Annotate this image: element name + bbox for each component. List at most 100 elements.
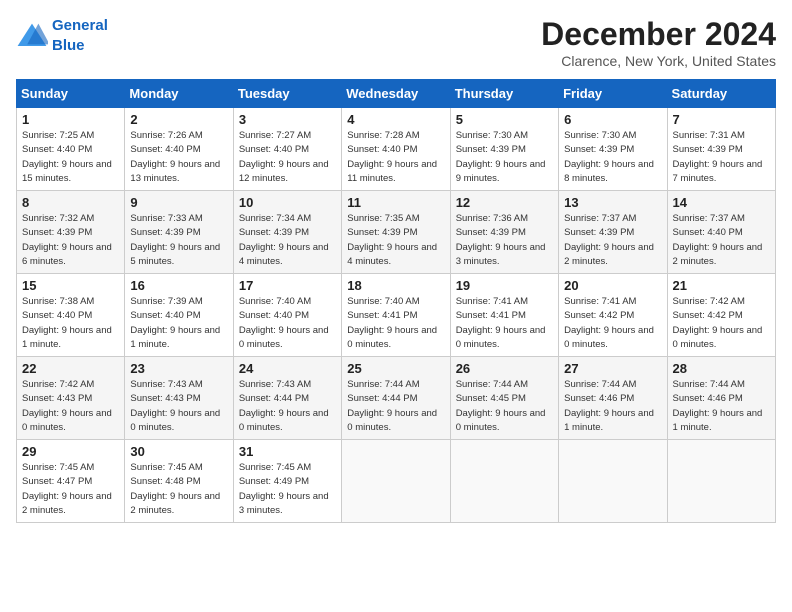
day-cell-16: 16 Sunrise: 7:39 AM Sunset: 4:40 PM Dayl…: [125, 274, 233, 357]
day-info: Sunrise: 7:40 AM Sunset: 4:40 PM Dayligh…: [239, 295, 336, 352]
day-cell-31: 31 Sunrise: 7:45 AM Sunset: 4:49 PM Dayl…: [233, 440, 341, 523]
day-cell-24: 24 Sunrise: 7:43 AM Sunset: 4:44 PM Dayl…: [233, 357, 341, 440]
day-info: Sunrise: 7:31 AM Sunset: 4:39 PM Dayligh…: [673, 129, 770, 186]
day-number: 15: [22, 278, 119, 293]
day-info: Sunrise: 7:38 AM Sunset: 4:40 PM Dayligh…: [22, 295, 119, 352]
day-cell-23: 23 Sunrise: 7:43 AM Sunset: 4:43 PM Dayl…: [125, 357, 233, 440]
day-info: Sunrise: 7:44 AM Sunset: 4:44 PM Dayligh…: [347, 378, 444, 435]
day-cell-11: 11 Sunrise: 7:35 AM Sunset: 4:39 PM Dayl…: [342, 191, 450, 274]
day-number: 3: [239, 112, 336, 127]
day-info: Sunrise: 7:40 AM Sunset: 4:41 PM Dayligh…: [347, 295, 444, 352]
day-number: 30: [130, 444, 227, 459]
day-info: Sunrise: 7:41 AM Sunset: 4:41 PM Dayligh…: [456, 295, 553, 352]
day-number: 14: [673, 195, 770, 210]
day-cell-13: 13 Sunrise: 7:37 AM Sunset: 4:39 PM Dayl…: [559, 191, 667, 274]
day-info: Sunrise: 7:25 AM Sunset: 4:40 PM Dayligh…: [22, 129, 119, 186]
logo-blue: Blue: [52, 37, 85, 54]
day-info: Sunrise: 7:43 AM Sunset: 4:44 PM Dayligh…: [239, 378, 336, 435]
day-info: Sunrise: 7:28 AM Sunset: 4:40 PM Dayligh…: [347, 129, 444, 186]
day-number: 21: [673, 278, 770, 293]
day-info: Sunrise: 7:39 AM Sunset: 4:40 PM Dayligh…: [130, 295, 227, 352]
day-cell-20: 20 Sunrise: 7:41 AM Sunset: 4:42 PM Dayl…: [559, 274, 667, 357]
day-number: 12: [456, 195, 553, 210]
day-cell-4: 4 Sunrise: 7:28 AM Sunset: 4:40 PM Dayli…: [342, 108, 450, 191]
day-cell-18: 18 Sunrise: 7:40 AM Sunset: 4:41 PM Dayl…: [342, 274, 450, 357]
day-info: Sunrise: 7:30 AM Sunset: 4:39 PM Dayligh…: [456, 129, 553, 186]
day-number: 29: [22, 444, 119, 459]
header-monday: Monday: [125, 80, 233, 108]
day-info: Sunrise: 7:34 AM Sunset: 4:39 PM Dayligh…: [239, 212, 336, 269]
day-cell-1: 1 Sunrise: 7:25 AM Sunset: 4:40 PM Dayli…: [17, 108, 125, 191]
day-number: 13: [564, 195, 661, 210]
empty-cell: [559, 440, 667, 523]
logo-icon: [16, 22, 48, 50]
empty-cell: [342, 440, 450, 523]
day-cell-22: 22 Sunrise: 7:42 AM Sunset: 4:43 PM Dayl…: [17, 357, 125, 440]
day-cell-6: 6 Sunrise: 7:30 AM Sunset: 4:39 PM Dayli…: [559, 108, 667, 191]
calendar-table: SundayMondayTuesdayWednesdayThursdayFrid…: [16, 79, 776, 523]
day-info: Sunrise: 7:42 AM Sunset: 4:42 PM Dayligh…: [673, 295, 770, 352]
day-cell-9: 9 Sunrise: 7:33 AM Sunset: 4:39 PM Dayli…: [125, 191, 233, 274]
header-wednesday: Wednesday: [342, 80, 450, 108]
day-cell-30: 30 Sunrise: 7:45 AM Sunset: 4:48 PM Dayl…: [125, 440, 233, 523]
day-info: Sunrise: 7:45 AM Sunset: 4:47 PM Dayligh…: [22, 461, 119, 518]
day-cell-14: 14 Sunrise: 7:37 AM Sunset: 4:40 PM Dayl…: [667, 191, 775, 274]
day-info: Sunrise: 7:44 AM Sunset: 4:46 PM Dayligh…: [564, 378, 661, 435]
day-number: 19: [456, 278, 553, 293]
day-cell-15: 15 Sunrise: 7:38 AM Sunset: 4:40 PM Dayl…: [17, 274, 125, 357]
day-info: Sunrise: 7:44 AM Sunset: 4:46 PM Dayligh…: [673, 378, 770, 435]
day-info: Sunrise: 7:30 AM Sunset: 4:39 PM Dayligh…: [564, 129, 661, 186]
empty-cell: [667, 440, 775, 523]
day-number: 27: [564, 361, 661, 376]
day-number: 11: [347, 195, 444, 210]
day-number: 10: [239, 195, 336, 210]
day-cell-19: 19 Sunrise: 7:41 AM Sunset: 4:41 PM Dayl…: [450, 274, 558, 357]
day-number: 16: [130, 278, 227, 293]
day-info: Sunrise: 7:33 AM Sunset: 4:39 PM Dayligh…: [130, 212, 227, 269]
day-cell-3: 3 Sunrise: 7:27 AM Sunset: 4:40 PM Dayli…: [233, 108, 341, 191]
day-cell-25: 25 Sunrise: 7:44 AM Sunset: 4:44 PM Dayl…: [342, 357, 450, 440]
day-cell-12: 12 Sunrise: 7:36 AM Sunset: 4:39 PM Dayl…: [450, 191, 558, 274]
empty-cell: [450, 440, 558, 523]
day-number: 8: [22, 195, 119, 210]
day-number: 17: [239, 278, 336, 293]
header-thursday: Thursday: [450, 80, 558, 108]
day-number: 18: [347, 278, 444, 293]
day-cell-28: 28 Sunrise: 7:44 AM Sunset: 4:46 PM Dayl…: [667, 357, 775, 440]
day-info: Sunrise: 7:36 AM Sunset: 4:39 PM Dayligh…: [456, 212, 553, 269]
day-number: 24: [239, 361, 336, 376]
day-cell-21: 21 Sunrise: 7:42 AM Sunset: 4:42 PM Dayl…: [667, 274, 775, 357]
day-cell-26: 26 Sunrise: 7:44 AM Sunset: 4:45 PM Dayl…: [450, 357, 558, 440]
day-number: 2: [130, 112, 227, 127]
logo-general: General: [52, 17, 108, 34]
day-number: 1: [22, 112, 119, 127]
day-info: Sunrise: 7:32 AM Sunset: 4:39 PM Dayligh…: [22, 212, 119, 269]
day-number: 23: [130, 361, 227, 376]
day-info: Sunrise: 7:35 AM Sunset: 4:39 PM Dayligh…: [347, 212, 444, 269]
day-number: 9: [130, 195, 227, 210]
logo: General Blue: [16, 16, 108, 55]
day-cell-2: 2 Sunrise: 7:26 AM Sunset: 4:40 PM Dayli…: [125, 108, 233, 191]
day-info: Sunrise: 7:45 AM Sunset: 4:48 PM Dayligh…: [130, 461, 227, 518]
day-number: 26: [456, 361, 553, 376]
day-number: 7: [673, 112, 770, 127]
header-sunday: Sunday: [17, 80, 125, 108]
header: General Blue December 2024 Clarence, New…: [16, 16, 776, 69]
day-number: 25: [347, 361, 444, 376]
location: Clarence, New York, United States: [541, 53, 776, 69]
month-title: December 2024: [541, 16, 776, 53]
day-info: Sunrise: 7:43 AM Sunset: 4:43 PM Dayligh…: [130, 378, 227, 435]
day-number: 31: [239, 444, 336, 459]
day-cell-5: 5 Sunrise: 7:30 AM Sunset: 4:39 PM Dayli…: [450, 108, 558, 191]
header-tuesday: Tuesday: [233, 80, 341, 108]
header-saturday: Saturday: [667, 80, 775, 108]
day-info: Sunrise: 7:37 AM Sunset: 4:40 PM Dayligh…: [673, 212, 770, 269]
day-info: Sunrise: 7:37 AM Sunset: 4:39 PM Dayligh…: [564, 212, 661, 269]
day-number: 4: [347, 112, 444, 127]
day-info: Sunrise: 7:27 AM Sunset: 4:40 PM Dayligh…: [239, 129, 336, 186]
day-cell-10: 10 Sunrise: 7:34 AM Sunset: 4:39 PM Dayl…: [233, 191, 341, 274]
day-number: 20: [564, 278, 661, 293]
day-number: 28: [673, 361, 770, 376]
day-info: Sunrise: 7:44 AM Sunset: 4:45 PM Dayligh…: [456, 378, 553, 435]
day-info: Sunrise: 7:45 AM Sunset: 4:49 PM Dayligh…: [239, 461, 336, 518]
